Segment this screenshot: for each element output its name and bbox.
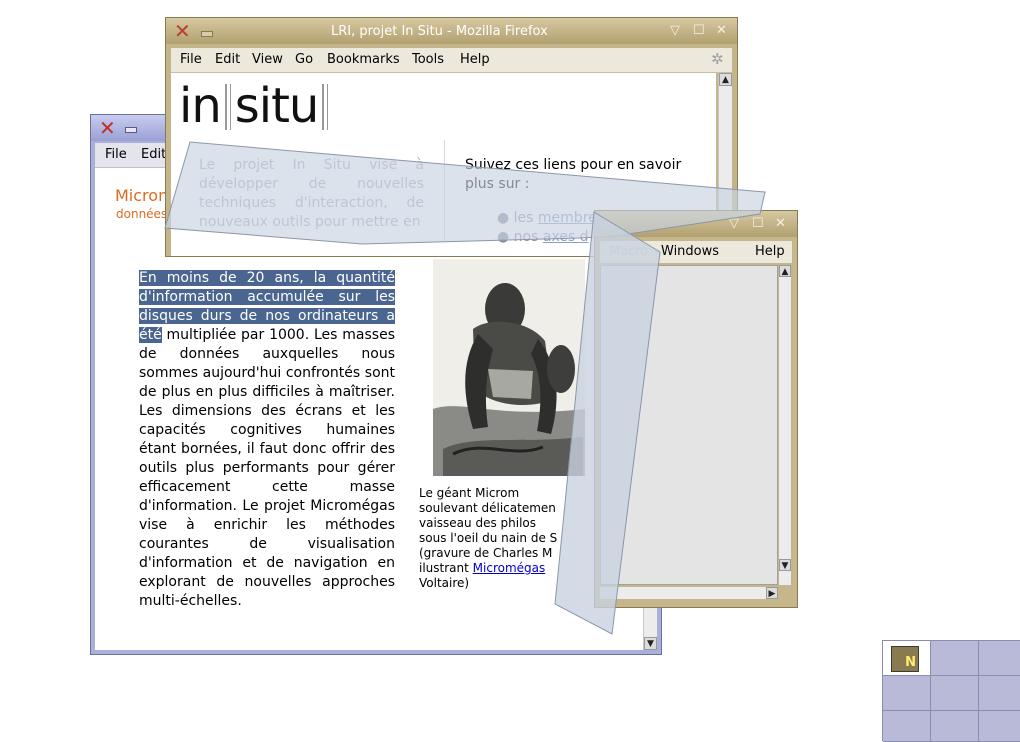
firefox-menubar: File Edit View Go Bookmarks Tools Help ✲ <box>171 48 732 73</box>
pager-desktop-8[interactable] <box>931 711 979 742</box>
editor-window: ▽ ☐ ✕ Macro Windows Help ▲ ▼ ▶ <box>594 210 798 608</box>
x-close-icon[interactable]: ✕ <box>174 21 191 41</box>
members-link[interactable]: membre <box>538 210 597 226</box>
menu-tools[interactable]: Tools <box>412 52 444 67</box>
pager-desktop-7[interactable] <box>883 711 931 742</box>
menu-windows[interactable]: Windows <box>661 244 719 259</box>
scroll-up-icon[interactable]: ▲ <box>779 265 791 277</box>
menu-view[interactable]: View <box>252 52 283 67</box>
editor-hscrollbar[interactable]: ▶ <box>600 587 778 599</box>
logo-in: in <box>179 78 222 134</box>
editor-vscrollbar[interactable]: ▲ ▼ <box>779 265 791 585</box>
scroll-down-icon[interactable]: ▼ <box>779 559 791 571</box>
editor-text-area[interactable] <box>600 265 778 585</box>
scroll-up-icon[interactable]: ▲ <box>719 73 732 86</box>
engraving-caption: Le géant Microm soulevant délicatemen va… <box>419 486 569 591</box>
list-item: ● les membre <box>497 210 597 226</box>
x-close-icon[interactable]: ✕ <box>99 118 116 138</box>
pager-desktop-3[interactable] <box>979 641 1020 676</box>
research-axes-link[interactable]: axes d <box>543 229 589 245</box>
menu-help[interactable]: Help <box>755 244 785 259</box>
menu-file[interactable]: File <box>105 147 127 162</box>
menu-macro[interactable]: Macro <box>609 244 648 259</box>
shade-icon[interactable]: ▽ <box>729 216 739 231</box>
menu-edit[interactable]: Edit <box>141 147 166 162</box>
minimize-icon[interactable] <box>125 127 137 133</box>
editor-menubar: Macro Windows Help <box>600 241 792 263</box>
desktop-pager[interactable]: N <box>882 640 1020 742</box>
shade-icon[interactable]: ▽ <box>670 23 680 38</box>
firefox-window-title: LRI, projet In Situ - Mozilla Firefox <box>331 24 548 39</box>
intro-paragraph: En moins de 20 ans, la quantité d'inform… <box>139 269 395 611</box>
micromegas-link[interactable]: Micromégas <box>473 561 546 575</box>
list-item: ● nos axes d <box>497 229 589 245</box>
links-intro: Suivez ces liens pour en savoir plus sur… <box>465 157 682 192</box>
netscape-app-icon[interactable]: N <box>891 646 919 672</box>
scroll-down-icon[interactable]: ▼ <box>644 637 657 650</box>
pager-desktop-1[interactable]: N <box>883 641 931 676</box>
paragraph-text: multipliée par 1000. Les masses de donné… <box>139 327 395 609</box>
menu-go[interactable]: Go <box>295 52 313 67</box>
pager-desktop-5[interactable] <box>931 676 979 711</box>
engraving-image <box>433 259 585 476</box>
links-list: ● les membre ● nos axes d <box>497 209 597 247</box>
menu-edit[interactable]: Edit <box>215 52 240 67</box>
scroll-right-icon[interactable]: ▶ <box>766 587 778 599</box>
pager-desktop-2[interactable] <box>931 641 979 676</box>
menu-bookmarks[interactable]: Bookmarks <box>327 52 400 67</box>
pager-desktop-6[interactable] <box>979 676 1020 711</box>
minimize-icon[interactable] <box>201 31 213 37</box>
logo-situ: situ <box>234 78 320 134</box>
editor-titlebar[interactable]: ▽ ☐ ✕ <box>595 211 797 237</box>
firefox-titlebar[interactable]: ✕ LRI, projet In Situ - Mozilla Firefox … <box>166 18 737 44</box>
close-icon[interactable]: ✕ <box>775 216 786 231</box>
menu-help[interactable]: Help <box>460 52 490 67</box>
pager-desktop-9[interactable] <box>979 711 1020 742</box>
menu-file[interactable]: File <box>180 52 202 67</box>
giant-engraving-picture <box>433 259 585 476</box>
pager-desktop-4[interactable] <box>883 676 931 711</box>
insitu-logo: in situ <box>179 78 332 134</box>
maximize-icon[interactable]: ☐ <box>752 216 764 231</box>
micromegas-subheading: données <box>116 207 168 221</box>
throbber-icon: ✲ <box>711 50 724 68</box>
close-icon[interactable]: ✕ <box>716 23 727 38</box>
caption-end-text: Voltaire) <box>419 576 470 590</box>
insitu-description: Le projet In Situ vise à développer de n… <box>199 157 424 230</box>
maximize-icon[interactable]: ☐ <box>693 23 705 38</box>
column-divider <box>444 140 445 240</box>
